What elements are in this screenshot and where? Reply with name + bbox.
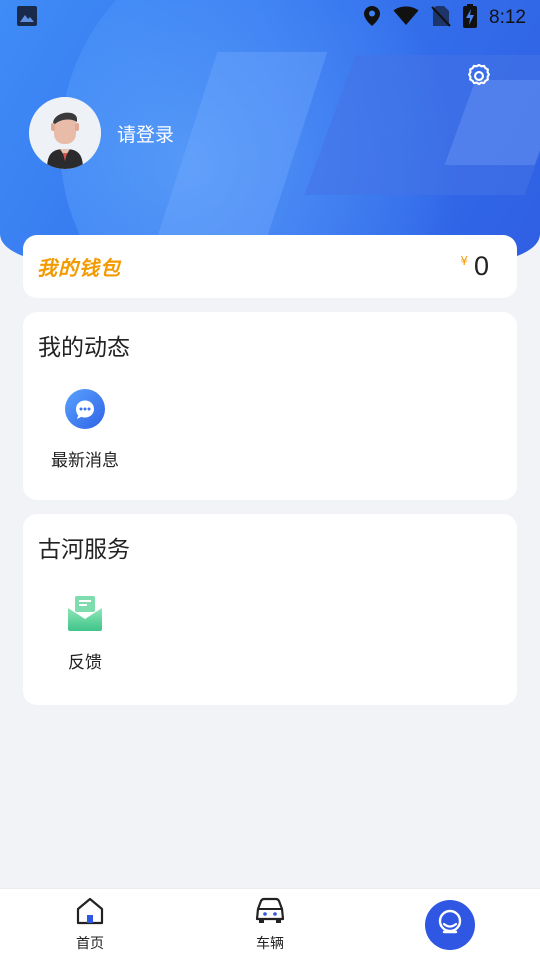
status-bar: 8:12 — [0, 0, 540, 36]
user-avatar-icon — [29, 97, 101, 169]
profile-row[interactable]: 请登录 — [29, 97, 174, 169]
nav-label: 车辆 — [256, 936, 284, 952]
nav-label: 首页 — [76, 936, 104, 952]
customer-service-icon — [436, 908, 464, 942]
latest-messages-item[interactable]: 最新消息 — [35, 388, 135, 471]
item-label: 最新消息 — [51, 451, 119, 471]
section-title: 我的动态 — [38, 335, 130, 361]
login-prompt[interactable]: 请登录 — [117, 120, 174, 147]
home-icon — [75, 897, 105, 929]
bottom-navigation: 首页 车辆 — [0, 888, 540, 960]
battery-charging-icon — [463, 4, 478, 32]
currency-symbol: ¥ — [460, 254, 468, 268]
wallet-card[interactable]: 我的钱包 ¥ 0 — [23, 235, 517, 298]
item-label: 反馈 — [68, 653, 102, 673]
profile-screen: 8:12 请登录 我的钱包 ¥ 0 我的动态 最新消息 古河服务 反馈 首页 车… — [0, 0, 540, 960]
chat-bubble-icon — [64, 388, 106, 434]
section-title: 古河服务 — [38, 537, 130, 563]
feedback-item[interactable]: 反馈 — [35, 594, 135, 673]
avatar[interactable] — [29, 97, 101, 169]
clock-time: 8:12 — [489, 7, 526, 28]
location-icon — [363, 5, 381, 31]
nav-home[interactable]: 首页 — [40, 897, 140, 953]
wallet-balance: ¥ 0 — [460, 251, 489, 282]
wallet-title: 我的钱包 — [37, 256, 121, 280]
image-icon — [16, 5, 38, 31]
car-icon — [254, 897, 286, 929]
settings-button[interactable] — [464, 63, 494, 93]
balance-value: 0 — [473, 251, 489, 281]
gear-icon — [465, 62, 493, 94]
wifi-icon — [393, 6, 419, 30]
no-sim-icon — [431, 5, 451, 31]
feedback-envelope-icon — [67, 594, 103, 636]
guhe-services-card: 古河服务 反馈 — [23, 514, 517, 705]
my-dynamics-card: 我的动态 最新消息 — [23, 312, 517, 500]
nav-vehicles[interactable]: 车辆 — [220, 897, 320, 953]
customer-service-button[interactable] — [425, 900, 475, 950]
